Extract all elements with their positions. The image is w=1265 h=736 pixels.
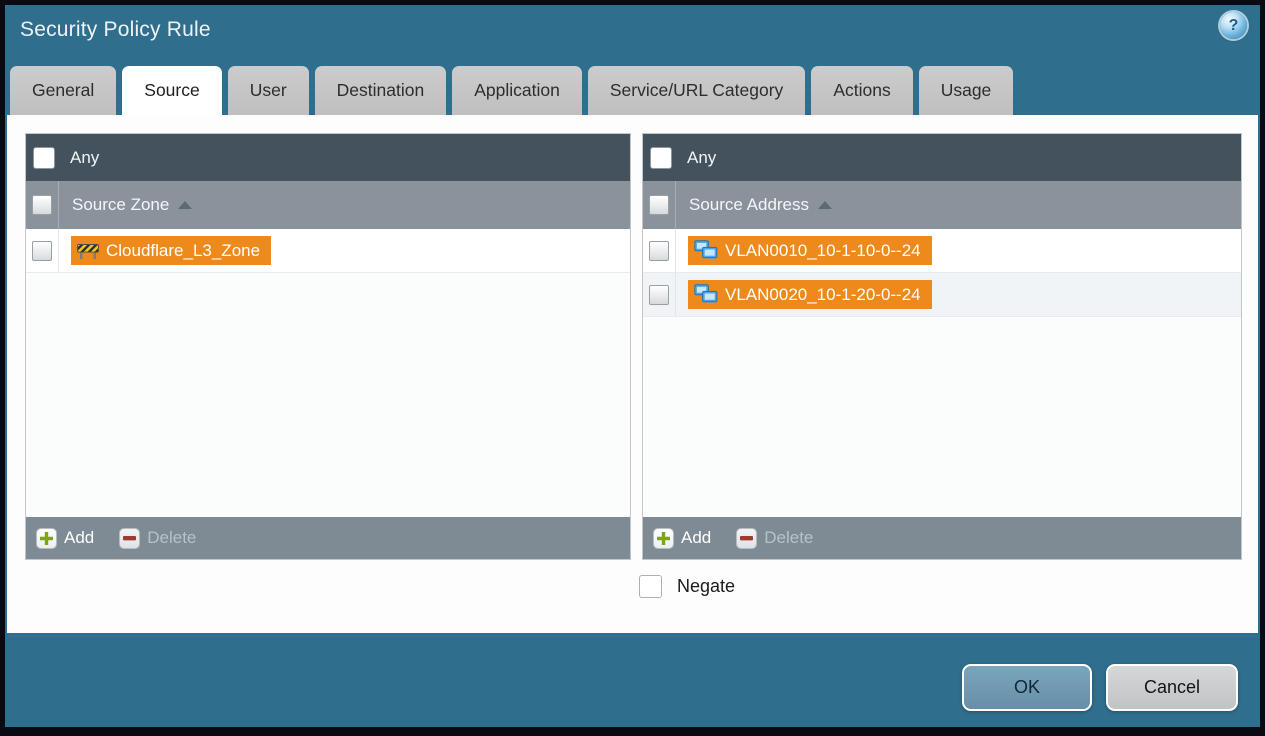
delete-icon — [119, 527, 141, 549]
row-checkbox[interactable] — [32, 240, 52, 261]
source-address-column-header[interactable]: Source Address — [643, 181, 1241, 229]
delete-label: Delete — [764, 528, 814, 547]
source-zone-column-header[interactable]: Source Zone — [26, 181, 630, 229]
table-row[interactable]: VLAN0010_10-1-10-0--24 — [643, 229, 1241, 273]
zone-chip[interactable]: Cloudflare_L3_Zone — [71, 236, 272, 265]
source-zone-column-title: Source Zone — [72, 195, 170, 214]
source-zone-list: Cloudflare_L3_Zone — [26, 229, 630, 517]
table-row[interactable]: Cloudflare_L3_Zone — [26, 229, 630, 273]
address-icon — [694, 240, 718, 261]
source-zone-panel: Any Source Zone Cloudflare_L3_Zone Add D… — [25, 133, 631, 560]
source-address-any-row: Any — [643, 134, 1241, 181]
ok-button[interactable]: OK — [962, 664, 1092, 711]
zone-name: Cloudflare_L3_Zone — [106, 241, 261, 260]
source-zone-select-all-checkbox[interactable] — [32, 195, 52, 215]
tab-service-url-category[interactable]: Service/URL Category — [587, 66, 806, 115]
row-checkbox[interactable] — [649, 240, 669, 261]
negate-checkbox[interactable] — [639, 575, 662, 598]
negate-label: Negate — [677, 576, 736, 596]
source-address-list: VLAN0010_10-1-10-0--24 VLAN0020_10-1-20-… — [643, 229, 1241, 517]
add-label: Add — [681, 528, 712, 547]
address-name: VLAN0020_10-1-20-0--24 — [725, 285, 921, 304]
screenshot-frame: Security Policy Rule ? General Source Us… — [0, 0, 1265, 736]
add-button[interactable]: Add — [653, 527, 712, 549]
delete-label: Delete — [147, 528, 197, 547]
add-label: Add — [64, 528, 95, 547]
address-chip[interactable]: VLAN0010_10-1-10-0--24 — [688, 236, 932, 265]
source-address-panel: Any Source Address VLAN0010_10-1-10-0--2… — [642, 133, 1242, 560]
tab-actions[interactable]: Actions — [811, 66, 913, 115]
row-checkbox[interactable] — [649, 284, 669, 305]
source-zone-any-checkbox[interactable] — [34, 147, 54, 168]
tab-application[interactable]: Application — [452, 66, 582, 115]
tab-general[interactable]: General — [10, 66, 117, 115]
source-address-footer: Add Delete — [643, 517, 1241, 559]
delete-icon — [736, 527, 758, 549]
sort-asc-icon — [178, 201, 193, 209]
tab-usage[interactable]: Usage — [918, 66, 1014, 115]
source-zone-any-row: Any — [26, 134, 630, 181]
source-tab-content: Any Source Zone Cloudflare_L3_Zone Add D… — [7, 115, 1258, 633]
zone-icon — [77, 241, 99, 260]
address-icon — [694, 284, 718, 305]
help-icon[interactable]: ? — [1220, 12, 1247, 39]
delete-button[interactable]: Delete — [119, 527, 197, 549]
add-button[interactable]: Add — [36, 527, 95, 549]
help-glyph: ? — [1228, 16, 1239, 34]
source-address-any-label: Any — [687, 147, 717, 167]
add-icon — [653, 527, 674, 549]
source-zone-footer: Add Delete — [26, 517, 630, 559]
source-zone-any-label: Any — [70, 147, 100, 167]
table-row[interactable]: VLAN0020_10-1-20-0--24 — [643, 273, 1241, 317]
address-chip[interactable]: VLAN0020_10-1-20-0--24 — [688, 280, 932, 309]
tab-bar: General Source User Destination Applicat… — [10, 66, 1014, 115]
tab-destination[interactable]: Destination — [314, 66, 447, 115]
source-address-column-title: Source Address — [689, 195, 810, 214]
sort-asc-icon — [818, 201, 833, 209]
tab-user[interactable]: User — [227, 66, 309, 115]
address-name: VLAN0010_10-1-10-0--24 — [725, 241, 921, 260]
cancel-button[interactable]: Cancel — [1106, 664, 1238, 711]
negate-row: Negate — [639, 575, 735, 598]
source-address-select-all-checkbox[interactable] — [649, 195, 669, 215]
delete-button[interactable]: Delete — [736, 527, 814, 549]
tab-source[interactable]: Source — [122, 66, 222, 115]
dialog-title: Security Policy Rule — [20, 18, 211, 41]
source-address-any-checkbox[interactable] — [651, 147, 671, 168]
security-policy-rule-dialog: Security Policy Rule ? General Source Us… — [5, 5, 1260, 727]
add-icon — [36, 527, 57, 549]
